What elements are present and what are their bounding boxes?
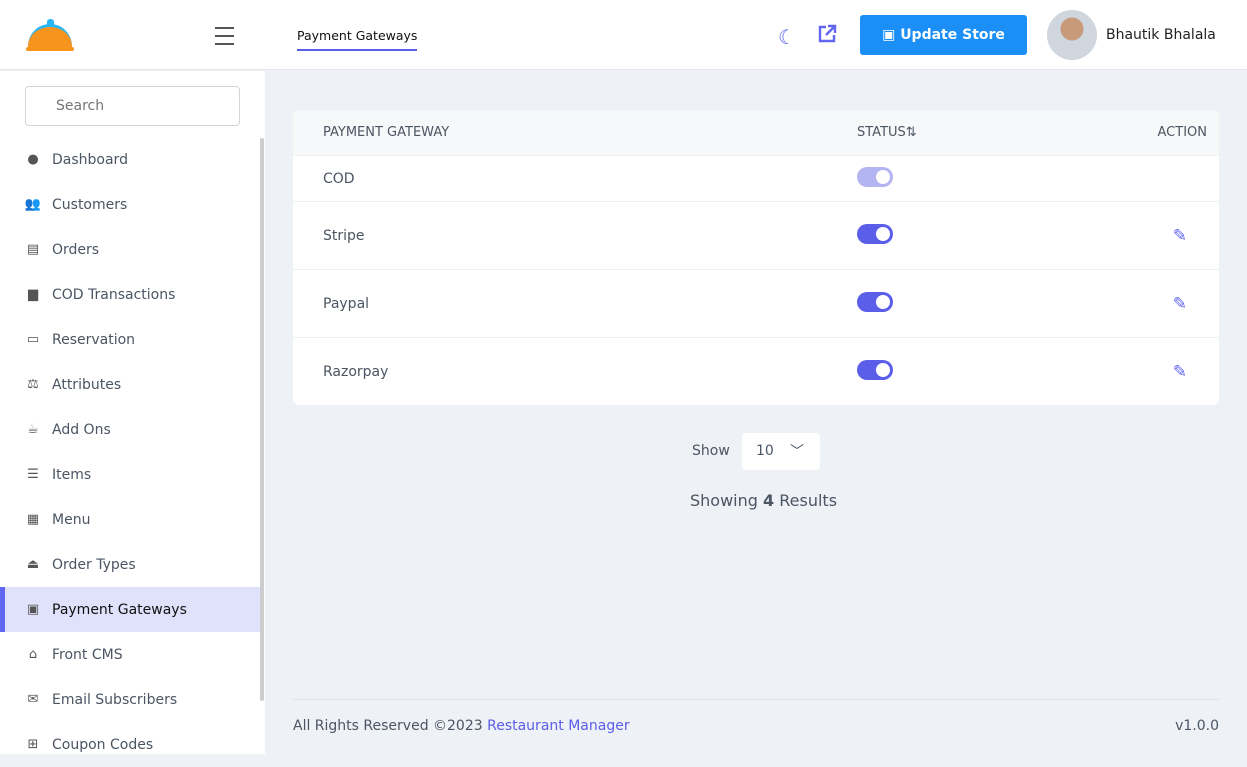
status-toggle[interactable] — [857, 291, 893, 312]
showing-suffix: Results — [779, 491, 838, 510]
page-size-select[interactable]: 10 ﹀ — [742, 433, 820, 470]
sidebar-icon: ▤ — [26, 242, 40, 257]
sidebar-icon: ✉ — [27, 692, 39, 707]
showing-prefix: Showing — [690, 491, 758, 510]
chevron-down-icon: ﹀ — [790, 444, 804, 460]
menu-toggle-icon[interactable] — [215, 27, 234, 51]
sidebar-item-add-ons[interactable]: ☕ Add Ons — [0, 407, 260, 452]
sidebar-icon: ☰ — [27, 467, 39, 482]
top-bar: Payment Gateways ☾ ▣ Update Store Bhauti… — [0, 0, 1247, 70]
search-input[interactable] — [25, 86, 240, 126]
status-toggle[interactable] — [857, 223, 893, 244]
sidebar-item-orders[interactable]: ▤ Orders — [0, 227, 260, 272]
sidebar: ⚲ ●Dashboard👥Customers▤Orders▆COD Transa… — [0, 71, 265, 754]
sidebar-item-attributes[interactable]: ⚖ Attributes — [0, 362, 260, 407]
logo[interactable] — [26, 18, 76, 52]
restaurant-manager-link[interactable]: Restaurant Manager — [487, 718, 629, 734]
update-store-label: Update Store — [900, 27, 1005, 43]
table-row: COD — [293, 156, 1219, 202]
sidebar-item-email-subscribers[interactable]: ✉ Email Subscribers — [0, 677, 260, 722]
sidebar-item-label: Customers — [52, 196, 128, 213]
status-toggle — [857, 166, 893, 187]
results-count: Showing 4 Results — [690, 491, 837, 510]
sidebar-icon: ⏏ — [26, 557, 40, 572]
tab-payment-gateways[interactable]: Payment Gateways — [297, 28, 418, 51]
page-size-value: 10 — [756, 443, 774, 459]
sidebar-item-coupon-codes[interactable]: ⊞ Coupon Codes — [0, 722, 260, 767]
table-header: PAYMENT GATEWAY STATUS⇅ ACTION — [293, 110, 1219, 156]
sidebar-icon: 👥 — [24, 197, 42, 212]
sidebar-scrollbar[interactable] — [260, 138, 264, 701]
store-icon: ▣ — [882, 27, 901, 43]
version: v1.0.0 — [1175, 718, 1219, 734]
external-link-icon[interactable] — [817, 24, 837, 44]
sidebar-item-customers[interactable]: 👥 Customers — [0, 182, 260, 227]
sidebar-nav: ● Dashboard 👥 Customers ▤ Orders ▆ COD Transact… — [0, 137, 260, 767]
copyright-text: All Rights Reserved ©2023 — [293, 718, 483, 734]
sidebar-item-label: Payment Gateways — [52, 601, 187, 618]
sidebar-item-label: Dashboard — [52, 151, 128, 168]
sidebar-icon: ⚖ — [27, 377, 39, 392]
sidebar-item-menu[interactable]: ▦ Menu — [0, 497, 260, 542]
sidebar-item-label: Add Ons — [52, 421, 111, 438]
sidebar-icon: ⊞ — [27, 737, 39, 752]
column-header-action: ACTION — [1157, 125, 1207, 140]
status-toggle[interactable] — [857, 359, 893, 380]
sidebar-icon: ⌂ — [28, 647, 38, 662]
sidebar-item-label: Reservation — [52, 331, 136, 348]
sidebar-item-label: COD Transactions — [52, 286, 176, 303]
gateway-name: Paypal — [323, 295, 370, 312]
sidebar-item-label: Attributes — [52, 376, 122, 393]
sidebar-item-payment-gateways[interactable]: ▣ Payment Gateways — [0, 587, 260, 632]
edit-icon[interactable]: ✎ — [1173, 362, 1187, 382]
sidebar-item-items[interactable]: ☰ Items — [0, 452, 260, 497]
sidebar-item-label: Email Subscribers — [52, 691, 178, 708]
column-header-gateway: PAYMENT GATEWAY — [323, 125, 450, 140]
sidebar-icon: ▆ — [28, 287, 38, 302]
result-count: 4 — [763, 491, 775, 510]
table-row: Stripe ✎ — [293, 202, 1219, 270]
sidebar-item-dashboard[interactable]: ● Dashboard — [0, 137, 260, 182]
sidebar-icon: ▣ — [26, 602, 40, 617]
user-name[interactable]: Bhautik Bhalala — [1106, 27, 1216, 43]
sidebar-item-label: Items — [52, 466, 92, 483]
sidebar-icon: ☕ — [27, 422, 39, 437]
dark-mode-icon[interactable]: ☾ — [778, 25, 796, 49]
sidebar-item-front-cms[interactable]: ⌂ Front CMS — [0, 632, 260, 677]
avatar[interactable] — [1047, 10, 1097, 60]
update-store-button[interactable]: ▣ Update Store — [860, 15, 1027, 55]
edit-icon[interactable]: ✎ — [1173, 226, 1187, 246]
sidebar-icon: ▭ — [26, 332, 40, 347]
table-row: Razorpay ✎ — [293, 338, 1219, 405]
sidebar-item-label: Coupon Codes — [52, 736, 154, 753]
gateway-name: Razorpay — [323, 363, 389, 380]
sidebar-item-order-types[interactable]: ⏏ Order Types — [0, 542, 260, 587]
footer: All Rights Reserved ©2023 Restaurant Man… — [293, 699, 1219, 734]
sidebar-item-cod-transactions[interactable]: ▆ COD Transactions — [0, 272, 260, 317]
sidebar-item-label: Front CMS — [52, 646, 123, 663]
payment-gateways-table: PAYMENT GATEWAY STATUS⇅ ACTION COD Strip… — [293, 110, 1219, 405]
table-row: Paypal ✎ — [293, 270, 1219, 338]
sidebar-item-label: Orders — [52, 241, 100, 258]
sidebar-item-label: Menu — [52, 511, 91, 528]
sidebar-item-reservation[interactable]: ▭ Reservation — [0, 317, 260, 362]
column-header-status[interactable]: STATUS⇅ — [803, 125, 1093, 140]
edit-icon[interactable]: ✎ — [1173, 294, 1187, 314]
sidebar-icon: ● — [27, 152, 39, 167]
sidebar-icon: ▦ — [26, 512, 40, 527]
show-label: Show — [692, 443, 730, 459]
sidebar-item-label: Order Types — [52, 556, 136, 573]
gateway-name: COD — [323, 170, 355, 187]
gateway-name: Stripe — [323, 227, 365, 244]
